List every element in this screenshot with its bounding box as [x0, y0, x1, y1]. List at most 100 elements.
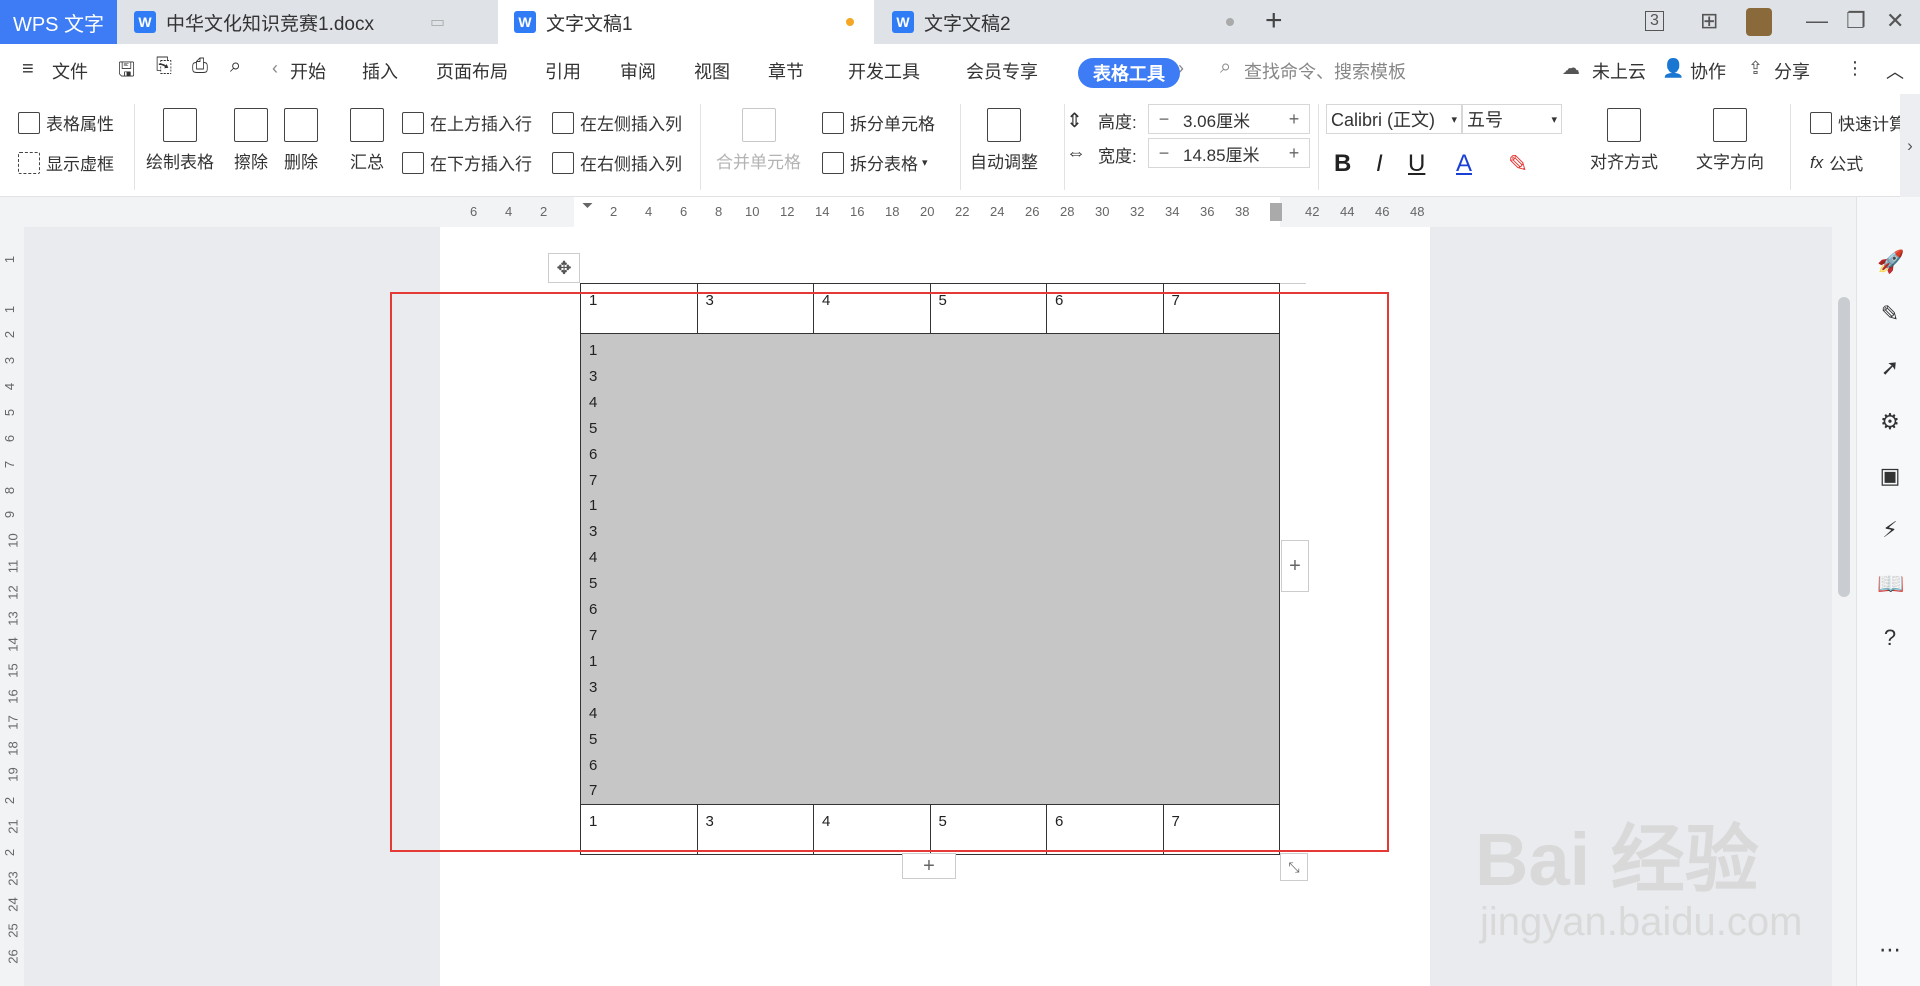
search-input[interactable]: 查找命令、搜索模板: [1244, 58, 1406, 84]
show-gridlines-button[interactable]: 显示虚框: [18, 150, 114, 175]
scrollbar-thumb[interactable]: [1838, 297, 1850, 597]
close-icon[interactable]: ✕: [1886, 8, 1904, 34]
insert-col-right-button[interactable]: 在右侧插入列: [552, 150, 682, 175]
tab-table-tools[interactable]: 表格工具: [1078, 58, 1180, 88]
adjust-sliders-icon[interactable]: ⚙: [1877, 409, 1903, 435]
font-size-value: 五号: [1467, 110, 1503, 130]
save-icon[interactable]: 🖫: [118, 55, 135, 89]
menu-review[interactable]: 审阅: [620, 58, 656, 84]
rocket-icon[interactable]: 🚀: [1877, 249, 1904, 275]
restore-icon[interactable]: ❐: [1846, 8, 1866, 34]
width-decrease-button[interactable]: −: [1149, 143, 1179, 164]
menu-developer[interactable]: 开发工具: [848, 58, 920, 84]
indent-marker-icon[interactable]: ⏷: [582, 197, 593, 214]
cloud-status[interactable]: 未上云: [1592, 58, 1646, 84]
height-stepper[interactable]: − 3.06厘米 +: [1148, 104, 1310, 134]
export-pdf-icon[interactable]: ⎘: [156, 55, 172, 78]
ruler-number: 7: [2, 460, 18, 469]
wps-brand-tab[interactable]: WPS 文字: [0, 0, 117, 44]
width-stepper[interactable]: − 14.85厘米 +: [1148, 138, 1310, 168]
bold-icon[interactable]: B: [1334, 150, 1351, 178]
font-name-select[interactable]: Calibri (正文) ▾: [1326, 104, 1462, 134]
width-value[interactable]: 14.85厘米: [1179, 141, 1279, 166]
doc-tab-2[interactable]: W 文字文稿1: [498, 0, 874, 44]
draw-table-button[interactable]: 绘制表格: [146, 108, 214, 173]
lightning-icon[interactable]: ⚡: [1877, 517, 1903, 543]
height-value[interactable]: 3.06厘米: [1179, 107, 1279, 132]
split-table-button[interactable]: 拆分表格 ▾: [822, 150, 928, 175]
ribbon-separator: [1318, 104, 1319, 190]
menu-references[interactable]: 引用: [545, 58, 581, 84]
avatar[interactable]: [1746, 8, 1772, 36]
help-icon[interactable]: ?: [1877, 625, 1903, 651]
menu-insert[interactable]: 插入: [362, 58, 398, 84]
ribbon-scroll-right-icon[interactable]: ›: [1900, 94, 1920, 197]
table-move-handle-icon[interactable]: ✥: [548, 253, 580, 283]
height-decrease-button[interactable]: −: [1149, 109, 1179, 130]
print-preview-icon[interactable]: ⌕: [230, 55, 241, 78]
grid-apps-icon[interactable]: ⊞: [1700, 8, 1718, 34]
italic-icon[interactable]: I: [1376, 150, 1383, 178]
pen-icon[interactable]: ✎: [1877, 301, 1903, 327]
ribbon-separator: [1064, 104, 1065, 190]
cursor-icon[interactable]: ➚: [1877, 355, 1903, 381]
menu-member[interactable]: 会员专享: [966, 58, 1038, 84]
add-row-button[interactable]: +: [902, 853, 956, 879]
quick-calc-button[interactable]: 快速计算: [1810, 110, 1900, 135]
right-margin-marker[interactable]: [1270, 203, 1282, 221]
insert-col-left-button[interactable]: 在左侧插入列: [552, 110, 682, 135]
menu-page-layout[interactable]: 页面布局: [436, 58, 508, 84]
more-options-icon[interactable]: ⋯: [1877, 937, 1903, 963]
split-cells-button[interactable]: 拆分单元格: [822, 110, 935, 135]
collapse-ribbon-icon[interactable]: ︿: [1886, 58, 1904, 84]
summary-button[interactable]: 汇总: [350, 108, 384, 173]
hamburger-icon[interactable]: ≡: [22, 58, 34, 81]
highlight-icon[interactable]: ✎: [1508, 150, 1528, 179]
ribbon-separator: [960, 104, 961, 190]
page-count-icon[interactable]: 3: [1645, 11, 1664, 31]
insert-row-above-button[interactable]: 在上方插入行: [402, 110, 532, 135]
menu-bar: ≡ 文件 🖫 ⎘ ⎙ ⌕ ‹ 开始 插入 页面布局 引用 审阅 视图 章节 开发…: [0, 44, 1920, 94]
table-resize-handle-icon[interactable]: ⤡: [1280, 853, 1308, 881]
print-icon[interactable]: ⎙: [192, 55, 208, 78]
erase-button[interactable]: 擦除: [234, 108, 268, 173]
vertical-scrollbar[interactable]: [1832, 227, 1856, 986]
ruler-number: 4: [2, 382, 18, 391]
auto-adjust-button[interactable]: 自动调整: [970, 108, 1038, 173]
more-icon[interactable]: ⋮: [1846, 58, 1864, 79]
insert-row-below-button[interactable]: 在下方插入行: [402, 150, 532, 175]
ruler-number: 12: [780, 204, 795, 219]
ruler-number: 12: [5, 585, 21, 600]
image-tool-icon[interactable]: ▣: [1877, 463, 1903, 489]
doc-tab-3[interactable]: W 文字文稿2: [876, 0, 1252, 44]
delete-button[interactable]: 删除: [284, 108, 318, 173]
doc-tab-1[interactable]: W 中华文化知识竞赛1.docx ▭: [118, 0, 496, 44]
minimize-icon[interactable]: —: [1806, 8, 1828, 34]
share-button[interactable]: 分享: [1774, 58, 1810, 84]
menu-chapter[interactable]: 章节: [768, 58, 804, 84]
formula-button[interactable]: fx 公式: [1810, 150, 1863, 175]
align-button[interactable]: 对齐方式: [1590, 108, 1658, 173]
width-increase-button[interactable]: +: [1279, 143, 1309, 164]
scroll-left-icon[interactable]: ‹: [272, 58, 278, 79]
add-column-button[interactable]: +: [1281, 540, 1309, 592]
insert-row-above-icon: [402, 111, 424, 134]
menu-file[interactable]: 文件: [52, 58, 88, 84]
collab-button[interactable]: 协作: [1690, 58, 1726, 84]
insert-row-below-label: 在下方插入行: [430, 155, 532, 174]
menu-view[interactable]: 视图: [694, 58, 730, 84]
font-size-select[interactable]: 五号 ▾: [1462, 104, 1562, 134]
book-search-icon[interactable]: 📖: [1877, 571, 1904, 597]
menu-start[interactable]: 开始: [290, 58, 326, 84]
ruler-number: 36: [1200, 204, 1215, 219]
new-tab-plus-icon[interactable]: +: [1265, 4, 1283, 38]
baidu-watermark-url: jingyan.baidu.com: [1480, 900, 1803, 944]
merge-cells-button[interactable]: 合并单元格: [716, 108, 801, 173]
font-color-icon[interactable]: A: [1456, 150, 1472, 178]
underline-icon[interactable]: U: [1408, 150, 1425, 178]
table-properties-button[interactable]: 表格属性: [18, 110, 114, 135]
ruler-number: 16: [5, 689, 21, 704]
text-direction-button[interactable]: 文字方向: [1696, 108, 1764, 173]
height-increase-button[interactable]: +: [1279, 109, 1309, 130]
ruler-number: 9: [2, 510, 18, 519]
